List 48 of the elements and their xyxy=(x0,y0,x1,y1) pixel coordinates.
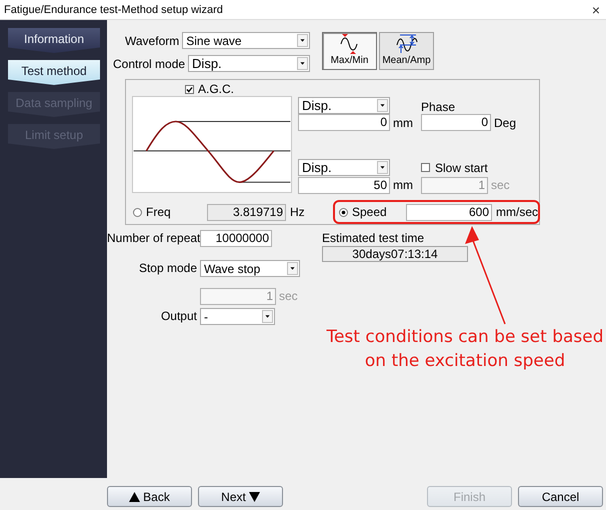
upper-dropdown[interactable]: Disp. xyxy=(298,96,390,114)
up-triangle-icon xyxy=(129,492,140,502)
waveform-dropdown[interactable]: Sine wave xyxy=(182,32,310,49)
radio-button[interactable] xyxy=(133,208,142,216)
upper-field[interactable]: 0 xyxy=(298,114,390,131)
slow-start-label: Slow start xyxy=(435,160,488,174)
mean-amp-wave-icon xyxy=(396,34,418,54)
stop-mode-dropdown[interactable]: Wave stop xyxy=(200,260,300,277)
repeat-field[interactable]: 10000000 xyxy=(200,230,272,247)
rate-option-label: Speed xyxy=(352,205,387,219)
rate-field[interactable]: 3.819719 xyxy=(207,204,286,220)
unit-label: sec xyxy=(279,289,298,303)
estimated-time-label: Estimated test time xyxy=(322,230,426,246)
wizard-button[interactable]: Cancel xyxy=(518,486,603,507)
unit-label: mm xyxy=(393,178,413,192)
wizard-button[interactable]: Next xyxy=(198,486,283,507)
down-triangle-icon xyxy=(248,492,260,502)
mode-button[interactable]: Max/Min xyxy=(322,32,377,70)
radio-button[interactable] xyxy=(339,208,348,216)
checkbox[interactable] xyxy=(185,84,194,94)
output-dropdown[interactable]: - xyxy=(200,308,275,325)
agc-label: A.G.C. xyxy=(198,82,234,96)
unit-label: mm xyxy=(393,116,413,130)
rate-option-label: Freq xyxy=(146,205,171,219)
phase-label: Phase xyxy=(421,100,456,114)
output-label: Output xyxy=(160,308,198,324)
unit-label: sec xyxy=(491,178,510,192)
sidebar-item[interactable]: Test method xyxy=(8,60,100,85)
sidebar-item[interactable]: Information xyxy=(8,28,100,53)
lower-dropdown[interactable]: Disp. xyxy=(298,159,390,176)
estimated-time-field: 30days07:13:14 xyxy=(322,246,468,262)
lower-field[interactable]: 50 xyxy=(298,176,390,194)
waveform-label: Waveform xyxy=(125,34,180,48)
wizard-button[interactable]: Back xyxy=(107,486,192,507)
unit-label: mm/sec xyxy=(496,205,538,219)
control-mode-dropdown[interactable]: Disp. xyxy=(188,55,310,72)
annotation-text: Test conditions can be set based on the excitation speed xyxy=(325,326,605,373)
unit-label: Deg xyxy=(494,116,516,130)
rate-field[interactable]: 600 xyxy=(406,204,492,220)
stop-mode-label: Stop mode xyxy=(138,260,198,276)
max-min-wave-icon xyxy=(338,34,360,54)
close-button[interactable]: × xyxy=(592,2,600,18)
repeat-label: Number of repeat xyxy=(107,230,200,246)
control-mode-label: Control mode xyxy=(113,56,186,70)
unit-label: Hz xyxy=(290,205,305,219)
window-title: Fatigue/Endurance test-Method setup wizard xyxy=(4,4,223,16)
phase-field[interactable]: 0 xyxy=(421,114,491,131)
mode-button[interactable]: Mean/Amp xyxy=(379,32,434,70)
